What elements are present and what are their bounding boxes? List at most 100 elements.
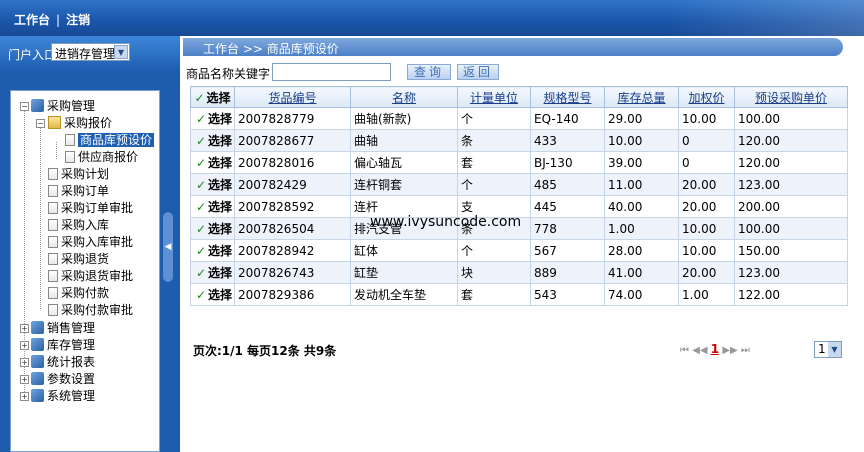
tree-node-purchase-return[interactable]: 采购退货 [48,251,109,268]
tree-node-label: 采购付款审批 [61,303,134,317]
column-header-select-label: 选择 [206,90,231,105]
cell-product-code: 2007828942 [234,239,351,262]
cell-spec: 567 [530,239,605,262]
tree-node-sales-mgmt[interactable]: 销售管理 [31,320,95,337]
tree-node-label: 库存管理 [47,338,96,352]
select-cell[interactable]: ✓ 选择 [190,195,235,218]
select-link[interactable]: 选择 [208,112,232,126]
top-links: 工作台 | 注销 [14,11,90,28]
book-icon [31,372,44,385]
tree-node-supplier-quote[interactable]: 供应商报价 [65,149,138,166]
tree-node-label: 采购计划 [61,167,110,181]
check-icon: ✓ [195,200,207,214]
select-link[interactable]: 选择 [208,200,232,214]
cell-unit: 个 [457,107,531,130]
expand-icon[interactable]: + [20,341,29,350]
cell-weighted-price: 0 [678,151,735,174]
column-header-unit[interactable]: 计量单位 [457,86,531,108]
select-link[interactable]: 选择 [208,222,232,236]
collapse-icon[interactable]: − [36,119,45,128]
collapse-icon[interactable]: − [20,102,29,111]
search-input[interactable] [272,63,391,81]
column-header-name[interactable]: 名称 [350,86,458,108]
column-header-weighted-price[interactable]: 加权价 [678,86,735,108]
select-link[interactable]: 选择 [208,244,232,258]
select-cell[interactable]: ✓ 选择 [190,173,235,196]
column-header-spec[interactable]: 规格型号 [530,86,605,108]
select-cell[interactable]: ✓ 选择 [190,107,235,130]
tree-node-label: 采购入库审批 [61,235,134,249]
workbench-link[interactable]: 工作台 [14,13,50,27]
select-cell[interactable]: ✓ 选择 [190,217,235,240]
chevron-down-icon[interactable]: ▼ [828,342,841,357]
tree-node-purchase-quote[interactable]: 采购报价 [48,115,112,132]
cell-stock: 10.00 [604,129,679,152]
book-icon [31,321,44,334]
tree-node-purchase-plan[interactable]: 采购计划 [48,166,109,183]
select-cell[interactable]: ✓ 选择 [190,283,235,306]
prev-page-icon[interactable]: ◀◀ [692,345,707,356]
column-header-preset-price[interactable]: 预设采购单价 [734,86,848,108]
page-select-value: 1 [818,342,826,356]
breadcrumb-bar: 工作台 >> 商品库预设价 [183,38,843,56]
page-select[interactable]: 1 ▼ [814,341,842,358]
document-icon [48,304,58,316]
last-page-icon[interactable]: ⏭ [741,345,750,356]
tree-node-product-preset-price[interactable]: 商品库预设价 [65,132,155,149]
tree-node-purchase-inbound[interactable]: 采购入库 [48,217,109,234]
cell-unit: 个 [457,239,531,262]
tree-node-purchase-mgmt[interactable]: 采购管理 [31,98,95,115]
current-page-link[interactable]: 1 [711,342,719,356]
tree-node-purchase-payment-approval[interactable]: 采购付款审批 [48,302,133,319]
cell-product-name: 曲轴(新款) [350,107,458,130]
tree-node-params[interactable]: 参数设置 [31,371,95,388]
chevron-down-icon[interactable]: ▼ [114,45,128,59]
select-cell[interactable]: ✓ 选择 [190,239,235,262]
tree-node-label: 采购付款 [61,286,110,300]
check-icon: ✓ [195,288,207,302]
book-icon [31,355,44,368]
select-cell[interactable]: ✓ 选择 [190,261,235,284]
tree-node-inventory-mgmt[interactable]: 库存管理 [31,337,95,354]
tree-node-label: 采购订单审批 [61,201,134,215]
select-cell[interactable]: ✓ 选择 [190,151,235,174]
check-icon: ✓ [195,134,207,148]
document-icon [48,270,58,282]
tree-node-reports[interactable]: 统计报表 [31,354,95,371]
next-page-icon[interactable]: ▶▶ [722,345,737,356]
tree-node-purchase-inbound-approval[interactable]: 采购入库审批 [48,234,133,251]
book-icon [31,389,44,402]
expand-icon[interactable]: + [20,358,29,367]
select-link[interactable]: 选择 [208,266,232,280]
tree-node-purchase-payment[interactable]: 采购付款 [48,285,109,302]
tree-node-label: 采购管理 [47,99,96,113]
cell-stock: 40.00 [604,195,679,218]
pager: ⏮ ◀◀ 1 ▶▶ ⏭ [680,342,750,356]
expand-icon[interactable]: + [20,324,29,333]
tree-node-purchase-return-approval[interactable]: 采购退货审批 [48,268,133,285]
book-icon [31,99,44,112]
query-button[interactable]: 查询 [407,64,451,80]
check-icon: ✓ [195,178,207,192]
cell-preset-price: 100.00 [734,107,848,130]
back-button[interactable]: 返回 [457,64,499,80]
select-link[interactable]: 选择 [208,288,232,302]
select-cell[interactable]: ✓ 选择 [190,129,235,152]
tree-node-label: 销售管理 [47,321,96,335]
tree-node-purchase-order-approval[interactable]: 采购订单审批 [48,200,133,217]
first-page-icon[interactable]: ⏮ [680,345,689,356]
cell-unit: 条 [457,129,531,152]
expand-icon[interactable]: + [20,392,29,401]
select-link[interactable]: 选择 [208,156,232,170]
tree-node-system[interactable]: 系统管理 [31,388,95,405]
sidebar-collapse-handle[interactable]: ◀ [163,212,173,282]
expand-icon[interactable]: + [20,375,29,384]
column-header-code[interactable]: 货品编号 [234,86,351,108]
tree-node-purchase-order[interactable]: 采购订单 [48,183,109,200]
separator: | [56,13,61,27]
select-link[interactable]: 选择 [208,178,232,192]
portal-select[interactable]: 进销存管理 ▼ [51,43,130,61]
logout-link[interactable]: 注销 [66,13,90,27]
select-link[interactable]: 选择 [208,134,232,148]
document-icon [48,202,58,214]
